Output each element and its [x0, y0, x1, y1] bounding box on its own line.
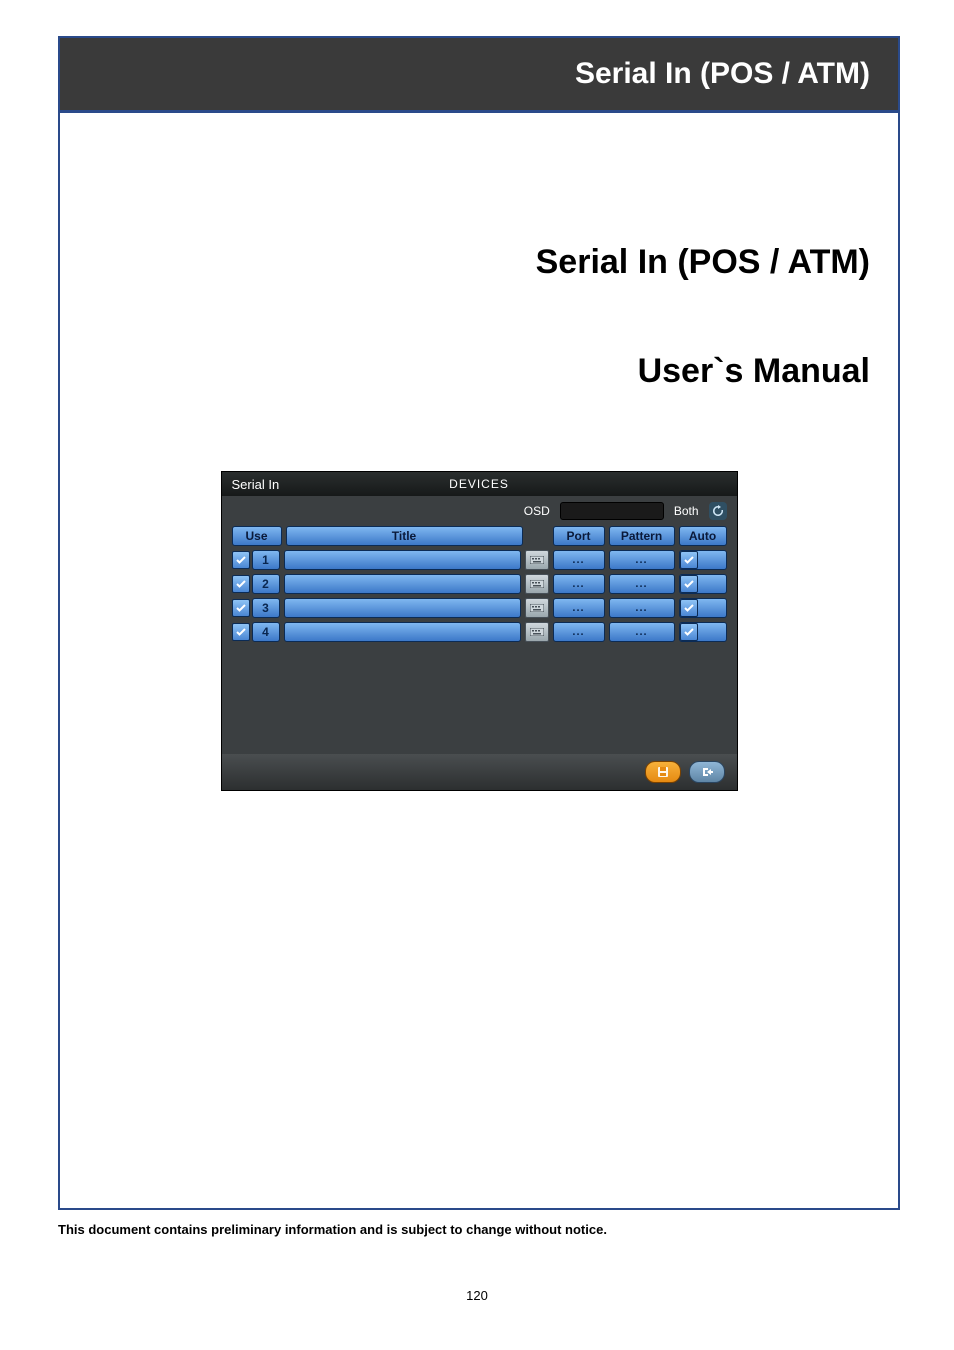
row-number: 1	[252, 550, 280, 570]
row-number: 4	[252, 622, 280, 642]
title-input[interactable]	[284, 550, 521, 570]
exit-button[interactable]	[689, 761, 725, 783]
pattern-button[interactable]: ...	[609, 574, 675, 594]
table-row: 1 ... ...	[222, 548, 737, 572]
title-input[interactable]	[284, 598, 521, 618]
use-cell: 4	[232, 622, 280, 642]
refresh-icon[interactable]	[709, 502, 727, 520]
row-number: 3	[252, 598, 280, 618]
screenshot-wrapper: Serial In DEVICES OSD Both Use Title	[88, 471, 870, 791]
save-button[interactable]	[645, 761, 681, 783]
pattern-button[interactable]: ...	[609, 622, 675, 642]
use-checkbox[interactable]	[232, 551, 250, 569]
col-title: Title	[286, 526, 523, 546]
body-area: Serial In (POS / ATM) User`s Manual Seri…	[60, 113, 898, 791]
port-button[interactable]: ...	[553, 598, 605, 618]
port-button[interactable]: ...	[553, 574, 605, 594]
col-kb-spacer	[527, 526, 549, 546]
use-cell: 3	[232, 598, 280, 618]
body-spacer	[222, 644, 737, 754]
osd-mode-value: Both	[674, 504, 699, 518]
osd-label: OSD	[524, 504, 550, 518]
window-section: DEVICES	[222, 477, 737, 491]
use-cell: 1	[232, 550, 280, 570]
auto-cell	[679, 622, 727, 642]
osd-row: OSD Both	[222, 496, 737, 524]
table-row: 3 ... ...	[222, 596, 737, 620]
pattern-button[interactable]: ...	[609, 598, 675, 618]
window-body: OSD Both Use Title Port Pattern Auto	[222, 496, 737, 754]
table-row: 2 ... ...	[222, 572, 737, 596]
page-number: 120	[0, 1288, 954, 1303]
osd-input[interactable]	[560, 502, 664, 520]
doc-title: Serial In (POS / ATM)	[88, 243, 870, 282]
window-titlebar: Serial In DEVICES	[222, 472, 737, 496]
port-button[interactable]: ...	[553, 550, 605, 570]
use-checkbox[interactable]	[232, 623, 250, 641]
use-checkbox[interactable]	[232, 599, 250, 617]
use-cell: 2	[232, 574, 280, 594]
pattern-button[interactable]: ...	[609, 550, 675, 570]
keyboard-icon[interactable]	[525, 574, 549, 594]
header-bar: Serial In (POS / ATM)	[60, 38, 898, 110]
auto-checkbox[interactable]	[680, 623, 698, 641]
keyboard-icon[interactable]	[525, 598, 549, 618]
keyboard-icon[interactable]	[525, 622, 549, 642]
disclaimer-text: This document contains preliminary infor…	[58, 1222, 607, 1237]
page-frame: Serial In (POS / ATM) Serial In (POS / A…	[58, 36, 900, 1210]
row-number: 2	[252, 574, 280, 594]
auto-cell	[679, 598, 727, 618]
col-pattern: Pattern	[609, 526, 675, 546]
window-footer	[222, 754, 737, 790]
doc-subtitle: User`s Manual	[88, 352, 870, 391]
title-input[interactable]	[284, 622, 521, 642]
title-cell	[284, 550, 521, 570]
table-row: 4 ... ...	[222, 620, 737, 644]
serial-in-window: Serial In DEVICES OSD Both Use Title	[221, 471, 738, 791]
auto-checkbox[interactable]	[680, 575, 698, 593]
auto-checkbox[interactable]	[680, 599, 698, 617]
keyboard-icon[interactable]	[525, 550, 549, 570]
auto-checkbox[interactable]	[680, 551, 698, 569]
col-auto: Auto	[679, 526, 727, 546]
title-cell	[284, 622, 521, 642]
title-input[interactable]	[284, 574, 521, 594]
col-port: Port	[553, 526, 605, 546]
auto-cell	[679, 574, 727, 594]
col-use: Use	[232, 526, 282, 546]
port-button[interactable]: ...	[553, 622, 605, 642]
header-title: Serial In (POS / ATM)	[575, 57, 870, 91]
title-cell	[284, 574, 521, 594]
table-header: Use Title Port Pattern Auto	[222, 524, 737, 548]
auto-cell	[679, 550, 727, 570]
use-checkbox[interactable]	[232, 575, 250, 593]
title-cell	[284, 598, 521, 618]
